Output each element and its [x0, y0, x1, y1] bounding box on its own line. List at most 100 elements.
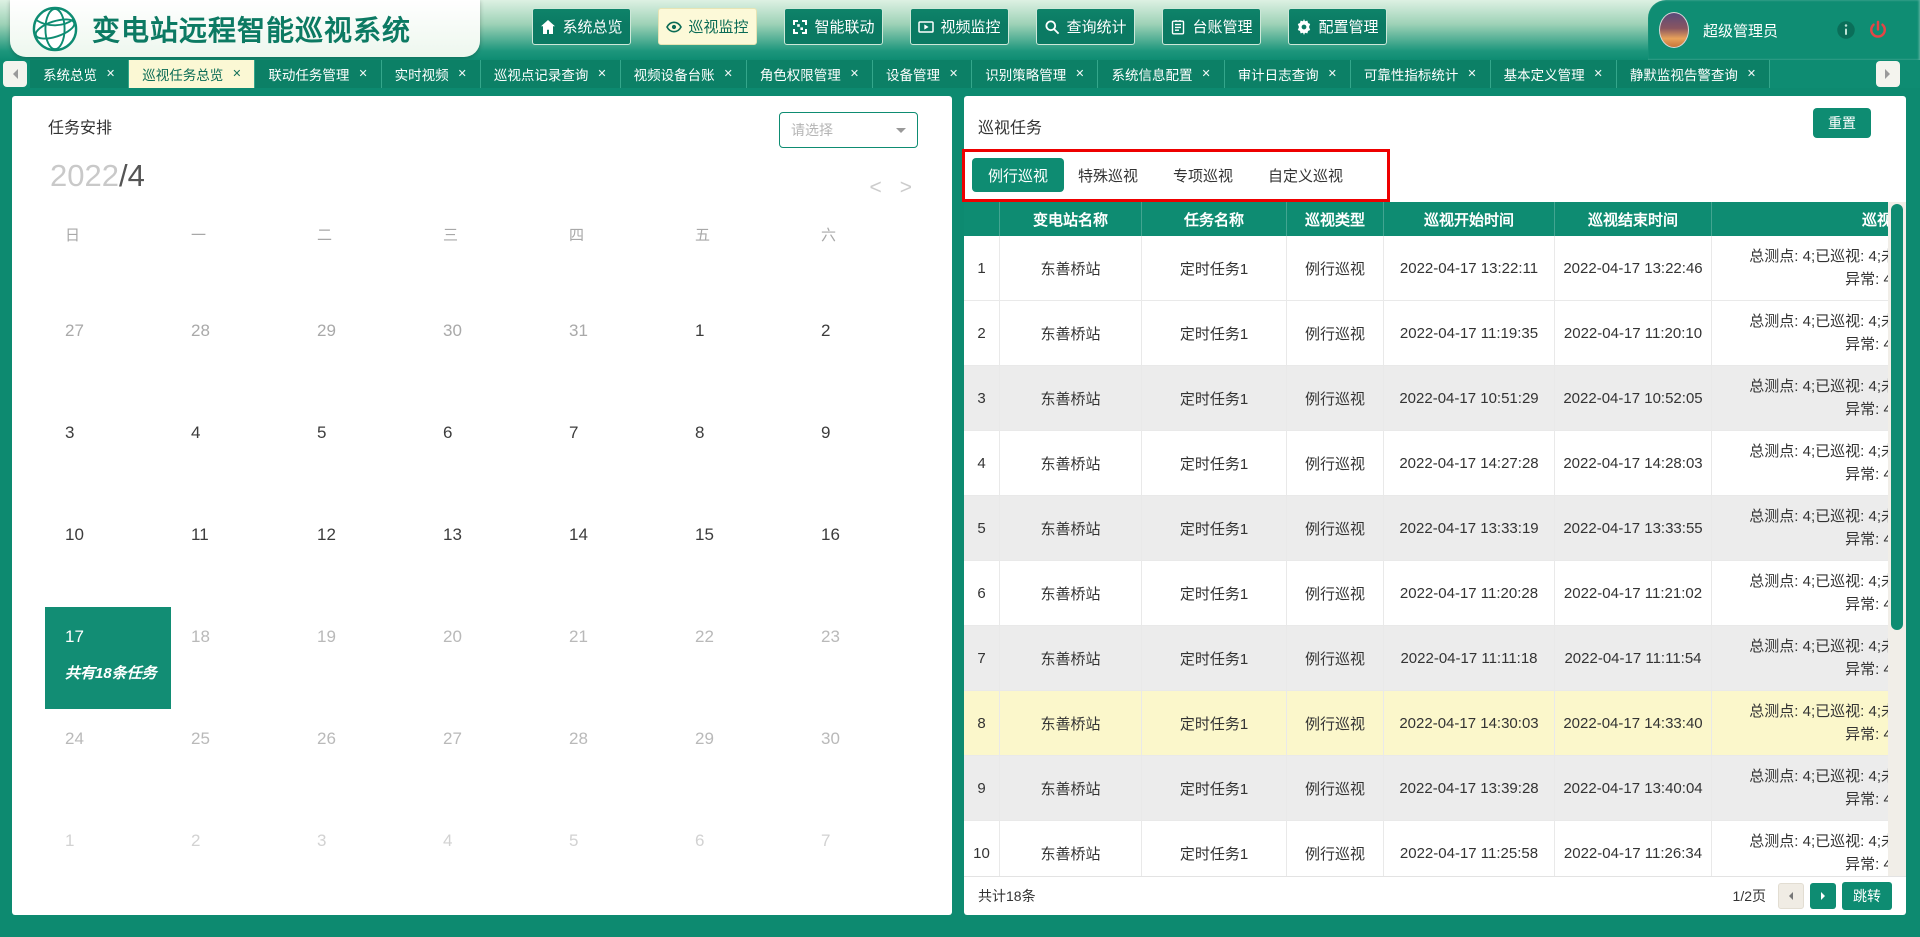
- calendar-day[interactable]: 3: [45, 403, 171, 505]
- calendar-day[interactable]: 16: [801, 505, 927, 607]
- calendar-day[interactable]: 5: [549, 811, 675, 913]
- main-nav-button[interactable]: 视频监控: [910, 8, 1009, 45]
- workspace-tab[interactable]: 巡视任务总览: [129, 60, 255, 88]
- close-icon[interactable]: [1594, 69, 1603, 80]
- close-icon[interactable]: [232, 69, 241, 80]
- calendar-day[interactable]: 25: [171, 709, 297, 811]
- close-icon[interactable]: [850, 69, 859, 80]
- calendar-day[interactable]: 10: [45, 505, 171, 607]
- calendar-day[interactable]: 21: [549, 607, 675, 709]
- table-row[interactable]: 9 东善桥站 定时任务1 例行巡视 2022-04-17 13:39:28 20…: [964, 756, 1888, 821]
- calendar-day[interactable]: 13: [423, 505, 549, 607]
- calendar-day[interactable]: 28: [171, 301, 297, 403]
- workspace-tab[interactable]: 审计日志查询: [1225, 60, 1351, 88]
- close-icon[interactable]: [1075, 69, 1084, 80]
- calendar-day[interactable]: 3: [297, 811, 423, 913]
- close-icon[interactable]: [724, 69, 733, 80]
- calendar-day[interactable]: 19: [297, 607, 423, 709]
- close-icon[interactable]: [597, 69, 606, 80]
- scrollbar-thumb[interactable]: [1891, 204, 1903, 630]
- main-nav-button[interactable]: 智能联动: [784, 8, 883, 45]
- power-icon[interactable]: [1868, 20, 1888, 40]
- close-icon[interactable]: [358, 69, 367, 80]
- close-icon[interactable]: [458, 69, 467, 80]
- close-icon[interactable]: [949, 69, 958, 80]
- calendar-day[interactable]: 12: [297, 505, 423, 607]
- table-row[interactable]: 4 东善桥站 定时任务1 例行巡视 2022-04-17 14:27:28 20…: [964, 431, 1888, 496]
- calendar-day[interactable]: 4: [171, 403, 297, 505]
- patrol-type-tab[interactable]: 例行巡视: [972, 158, 1064, 192]
- calendar-day[interactable]: 8: [675, 403, 801, 505]
- calendar-day[interactable]: 24: [45, 709, 171, 811]
- close-icon[interactable]: [106, 69, 115, 80]
- workspace-tab[interactable]: 识别策略管理: [972, 60, 1098, 88]
- close-icon[interactable]: [1467, 69, 1476, 80]
- table-row[interactable]: 6 东善桥站 定时任务1 例行巡视 2022-04-17 11:20:28 20…: [964, 561, 1888, 626]
- next-month-button[interactable]: >: [900, 176, 912, 200]
- calendar-day[interactable]: 5: [297, 403, 423, 505]
- workspace-tab[interactable]: 角色权限管理: [747, 60, 873, 88]
- close-icon[interactable]: [1328, 69, 1337, 80]
- workspace-tab[interactable]: 基本定义管理: [1491, 60, 1617, 88]
- info-icon[interactable]: [1836, 20, 1856, 40]
- close-icon[interactable]: [1747, 69, 1756, 80]
- reset-button[interactable]: 重置: [1813, 108, 1871, 138]
- calendar-day[interactable]: 18: [171, 607, 297, 709]
- table-row[interactable]: 2 东善桥站 定时任务1 例行巡视 2022-04-17 11:19:35 20…: [964, 301, 1888, 366]
- table-row[interactable]: 10 东善桥站 定时任务1 例行巡视 2022-04-17 11:25:58 2…: [964, 821, 1888, 876]
- workspace-tab[interactable]: 巡视点记录查询: [481, 60, 621, 88]
- prev-month-button[interactable]: <: [869, 176, 881, 200]
- prev-page-button[interactable]: [1778, 883, 1804, 909]
- calendar-day[interactable]: 14: [549, 505, 675, 607]
- calendar-day[interactable]: 26: [297, 709, 423, 811]
- workspace-tab[interactable]: 设备管理: [873, 60, 972, 88]
- main-nav-button[interactable]: 台账管理: [1162, 8, 1261, 45]
- main-nav-button[interactable]: 系统总览: [532, 8, 631, 45]
- table-row[interactable]: 7 东善桥站 定时任务1 例行巡视 2022-04-17 11:11:18 20…: [964, 626, 1888, 691]
- workspace-tab[interactable]: 静默监视告警查询: [1617, 60, 1770, 88]
- calendar-day[interactable]: 27: [423, 709, 549, 811]
- close-icon[interactable]: [1201, 69, 1210, 80]
- tabs-scroll-right-button[interactable]: [1876, 61, 1900, 87]
- main-nav-button[interactable]: 配置管理: [1288, 8, 1387, 45]
- avatar[interactable]: [1659, 12, 1689, 48]
- calendar-day[interactable]: 29: [297, 301, 423, 403]
- patrol-type-tab[interactable]: 自定义巡视: [1268, 165, 1343, 186]
- workspace-tab[interactable]: 系统总览: [30, 60, 129, 88]
- calendar-day[interactable]: 20: [423, 607, 549, 709]
- calendar-day[interactable]: 7: [801, 811, 927, 913]
- calendar-day[interactable]: 6: [675, 811, 801, 913]
- calendar-day[interactable]: 30: [801, 709, 927, 811]
- patrol-type-tab[interactable]: 特殊巡视: [1078, 165, 1138, 186]
- calendar-day[interactable]: 9: [801, 403, 927, 505]
- calendar-day[interactable]: 17 共有18条任务: [45, 607, 171, 709]
- table-row[interactable]: 3 东善桥站 定时任务1 例行巡视 2022-04-17 10:51:29 20…: [964, 366, 1888, 431]
- calendar-day[interactable]: 1: [675, 301, 801, 403]
- calendar-day[interactable]: 1: [45, 811, 171, 913]
- calendar-day[interactable]: 6: [423, 403, 549, 505]
- calendar-day[interactable]: 22: [675, 607, 801, 709]
- workspace-tab[interactable]: 可靠性指标统计: [1351, 60, 1491, 88]
- table-row[interactable]: 8 东善桥站 定时任务1 例行巡视 2022-04-17 14:30:03 20…: [964, 691, 1888, 756]
- patrol-type-tab[interactable]: 专项巡视: [1173, 165, 1233, 186]
- calendar-day[interactable]: 2: [171, 811, 297, 913]
- calendar-day[interactable]: 2: [801, 301, 927, 403]
- calendar-day[interactable]: 4: [423, 811, 549, 913]
- jump-button[interactable]: 跳转: [1842, 882, 1892, 910]
- calendar-day[interactable]: 29: [675, 709, 801, 811]
- table-row[interactable]: 5 东善桥站 定时任务1 例行巡视 2022-04-17 13:33:19 20…: [964, 496, 1888, 561]
- workspace-tab[interactable]: 联动任务管理: [255, 60, 381, 88]
- main-nav-button[interactable]: 巡视监控: [658, 8, 757, 45]
- calendar-day[interactable]: 28: [549, 709, 675, 811]
- table-row[interactable]: 1 东善桥站 定时任务1 例行巡视 2022-04-17 13:22:11 20…: [964, 236, 1888, 301]
- calendar-day[interactable]: 30: [423, 301, 549, 403]
- calendar-day[interactable]: 23: [801, 607, 927, 709]
- calendar-day[interactable]: 31: [549, 301, 675, 403]
- main-nav-button[interactable]: 查询统计: [1036, 8, 1135, 45]
- workspace-tab[interactable]: 实时视频: [382, 60, 481, 88]
- tabs-scroll-left-button[interactable]: [3, 61, 27, 87]
- next-page-button[interactable]: [1810, 883, 1836, 909]
- calendar-day[interactable]: 27: [45, 301, 171, 403]
- workspace-tab[interactable]: 系统信息配置: [1098, 60, 1224, 88]
- calendar-day[interactable]: 11: [171, 505, 297, 607]
